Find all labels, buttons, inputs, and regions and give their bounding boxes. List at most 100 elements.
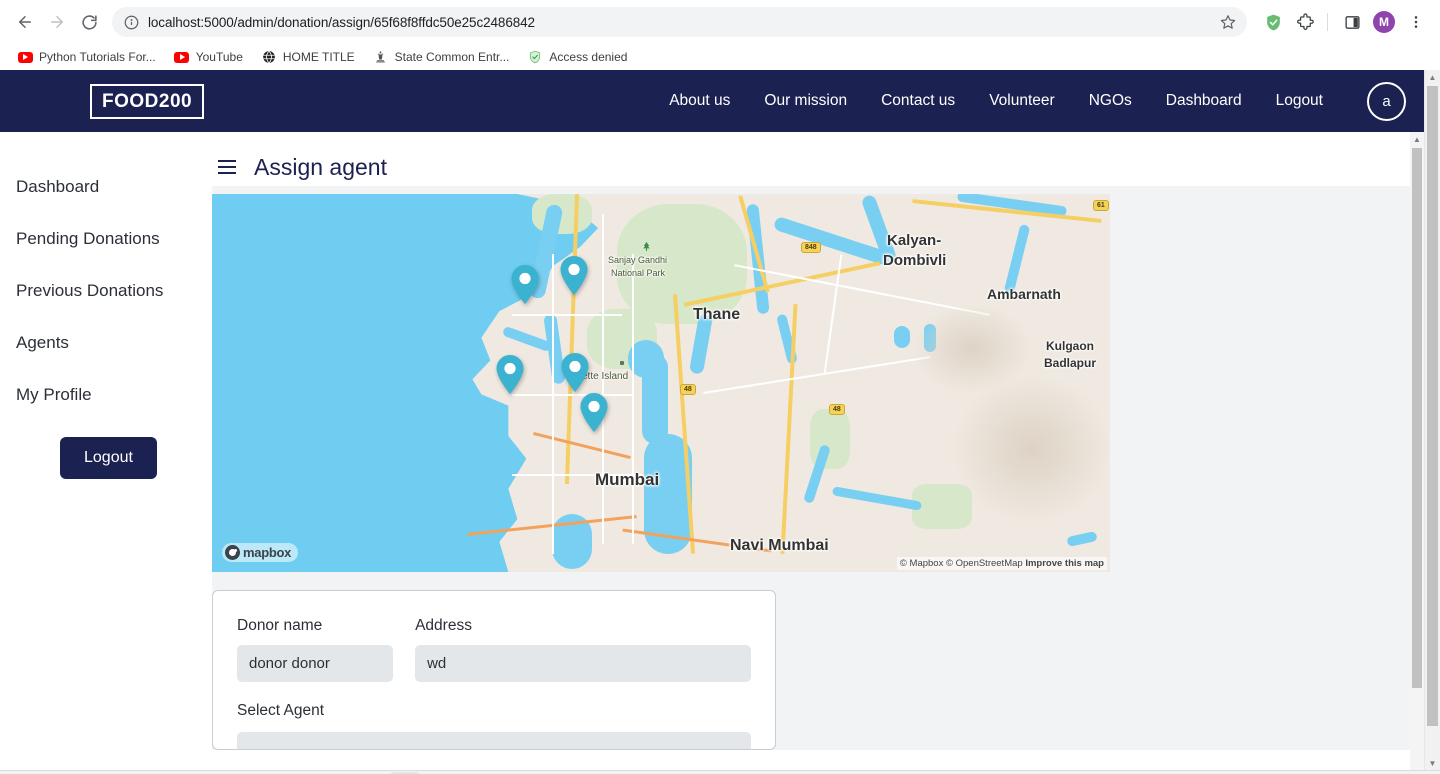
content-scroll-up-arrow[interactable]: ▲ <box>1410 132 1424 146</box>
map-location-pin[interactable] <box>511 265 539 304</box>
side-panel-icon[interactable] <box>1338 8 1366 36</box>
back-button[interactable] <box>10 7 40 37</box>
map-place-label: National Park <box>611 268 666 278</box>
globe-icon <box>261 49 277 65</box>
nav-link-dashboard[interactable]: Dashboard <box>1166 92 1242 110</box>
map-place-label: Mumbai <box>595 470 660 489</box>
url-text: localhost:5000/admin/donation/assign/65f… <box>148 14 535 30</box>
profile-initial: M <box>1373 11 1395 33</box>
profile-avatar[interactable]: M <box>1370 8 1398 36</box>
main-panel: Assign agent Mumbai Thane Navi Mumbai Ka… <box>212 132 1424 770</box>
assign-agent-form: Donor name Address Select Agent <box>212 590 776 750</box>
address-bar[interactable]: localhost:5000/admin/donation/assign/65f… <box>112 7 1247 37</box>
bookmark-label: Access denied <box>549 50 628 64</box>
sidebar-logout-button[interactable]: Logout <box>60 437 157 479</box>
donor-name-input[interactable] <box>237 645 394 682</box>
admin-sidebar: Dashboard Pending Donations Previous Don… <box>0 132 212 770</box>
bookmark-item[interactable]: HOME TITLE <box>254 47 362 67</box>
content-wrapper: Dashboard Pending Donations Previous Don… <box>0 132 1424 770</box>
select-agent-dropdown[interactable] <box>237 732 751 749</box>
forward-button[interactable] <box>42 7 72 37</box>
map-road <box>552 254 554 554</box>
map-place-label: Dombivli <box>883 252 947 269</box>
map-place-label: ette Island <box>582 371 629 382</box>
sidebar-item-pending-donations[interactable]: Pending Donations <box>16 229 212 249</box>
extensions-puzzle-icon[interactable] <box>1291 8 1319 36</box>
toolbar-divider <box>1327 13 1328 31</box>
sidebar-item-dashboard[interactable]: Dashboard <box>16 177 212 197</box>
map-terrain-shading <box>952 374 1110 524</box>
nav-link-logout[interactable]: Logout <box>1276 92 1323 110</box>
map-location-pin[interactable] <box>496 355 524 394</box>
user-avatar[interactable]: a <box>1367 81 1406 121</box>
map-location-pin[interactable] <box>561 353 589 392</box>
map-place-label: Navi Mumbai <box>730 537 829 554</box>
page-scroll-down-arrow[interactable]: ▼ <box>1425 756 1440 770</box>
page-viewport: FOOD200 About us Our mission Contact us … <box>0 70 1440 770</box>
bookmark-star-icon[interactable] <box>1215 9 1241 35</box>
map-route-shield: 48 <box>829 404 845 415</box>
nav-link-about-us[interactable]: About us <box>669 92 730 110</box>
bookmark-item[interactable]: Access denied <box>520 47 634 67</box>
sidebar-item-previous-donations[interactable]: Previous Donations <box>16 281 212 301</box>
hamburger-menu-icon[interactable] <box>218 160 236 174</box>
map-road <box>512 314 622 316</box>
page-scroll-up-arrow[interactable]: ▲ <box>1425 70 1440 84</box>
form-row-donor: Donor name Address <box>237 617 751 682</box>
chrome-menu-icon[interactable] <box>1402 8 1430 36</box>
page-scroll-thumb[interactable] <box>1427 86 1438 726</box>
browser-toolbar: localhost:5000/admin/donation/assign/65f… <box>0 0 1440 44</box>
bookmark-item[interactable]: YouTube <box>167 47 250 67</box>
mapbox-mark-icon <box>225 545 240 560</box>
windows-taskbar: Search <box>0 770 1440 774</box>
nav-link-contact-us[interactable]: Contact us <box>881 92 955 110</box>
field-group-donor-name: Donor name <box>237 617 394 682</box>
attribution-mapbox[interactable]: © Mapbox <box>900 558 943 569</box>
map-water-body <box>894 326 910 348</box>
emblem-icon <box>373 49 389 65</box>
youtube-icon <box>17 49 33 65</box>
map-place-label: Kulgaon <box>1046 339 1094 353</box>
address-input[interactable] <box>415 645 751 682</box>
sidebar-item-my-profile[interactable]: My Profile <box>16 385 212 405</box>
bookmark-item[interactable]: State Common Entr... <box>366 47 517 67</box>
select-agent-label: Select Agent <box>237 702 325 719</box>
nav-link-volunteer[interactable]: Volunteer <box>989 92 1055 110</box>
map-terrain-shading <box>912 304 1032 394</box>
content-scrollbar[interactable]: ▲ <box>1410 132 1424 770</box>
map-route-shield: 848 <box>801 242 821 253</box>
browser-chrome: localhost:5000/admin/donation/assign/65f… <box>0 0 1440 70</box>
map-place-label: Sanjay Gandhi <box>608 255 668 265</box>
bookmarks-bar: Python Tutorials For... YouTube HOME TIT… <box>0 44 1440 70</box>
page-title: Assign agent <box>254 153 387 180</box>
map-attribution: © Mapbox © OpenStreetMap Improve this ma… <box>896 557 1107 570</box>
page-scrollbar[interactable]: ▲ ▼ <box>1424 70 1440 770</box>
site-navbar: FOOD200 About us Our mission Contact us … <box>0 70 1424 132</box>
reload-button[interactable] <box>74 7 104 37</box>
bookmark-label: Python Tutorials For... <box>39 50 156 64</box>
map-place-label: Thane <box>693 306 741 323</box>
sidebar-item-agents[interactable]: Agents <box>16 333 212 353</box>
mapbox-logo-text: mapbox <box>243 545 292 560</box>
map-location-pin[interactable] <box>560 256 588 295</box>
attribution-osm[interactable]: © OpenStreetMap <box>946 558 1023 569</box>
adguard-icon[interactable] <box>1259 8 1287 36</box>
map-road <box>632 254 634 544</box>
donor-name-label: Donor name <box>237 617 323 634</box>
site-info-icon[interactable] <box>122 13 140 31</box>
map-location-pin[interactable] <box>580 393 608 432</box>
brand-logo[interactable]: FOOD200 <box>90 83 205 119</box>
attribution-improve-link[interactable]: Improve this map <box>1025 558 1104 569</box>
field-group-address: Address <box>415 617 751 682</box>
content-scroll-thumb[interactable] <box>1412 148 1422 688</box>
nav-link-ngos[interactable]: NGOs <box>1089 92 1132 110</box>
mapbox-map[interactable]: Mumbai Thane Navi Mumbai Kalyan- Dombivli Amb… <box>212 194 1110 572</box>
map-place-label: Kalyan- <box>887 232 942 249</box>
mapbox-logo[interactable]: mapbox <box>222 543 299 562</box>
map-place-label: Ambarnath <box>987 286 1061 302</box>
nav-link-our-mission[interactable]: Our mission <box>764 92 847 110</box>
bookmark-item[interactable]: Python Tutorials For... <box>10 47 163 67</box>
map-place-label: Badlapur <box>1044 356 1097 370</box>
bookmark-label: State Common Entr... <box>394 50 510 64</box>
address-label: Address <box>415 617 472 634</box>
